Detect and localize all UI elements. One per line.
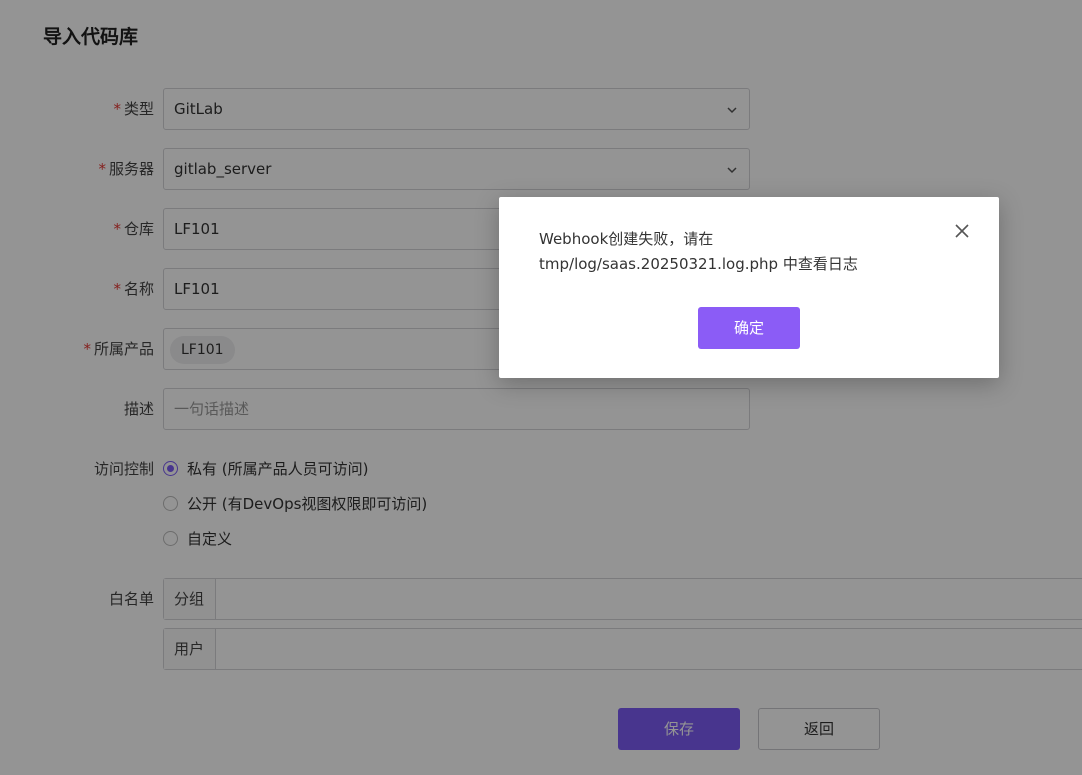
ok-button[interactable]: 确定 xyxy=(698,307,800,349)
modal-overlay[interactable] xyxy=(0,0,1082,775)
error-dialog: Webhook创建失败，请在 tmp/log/saas.20250321.log… xyxy=(499,197,999,378)
close-icon[interactable] xyxy=(954,223,970,239)
dialog-message: Webhook创建失败，请在 tmp/log/saas.20250321.log… xyxy=(539,227,919,277)
dialog-message-line2: tmp/log/saas.20250321.log.php 中查看日志 xyxy=(539,255,858,273)
dialog-message-line1: Webhook创建失败，请在 xyxy=(539,230,714,248)
